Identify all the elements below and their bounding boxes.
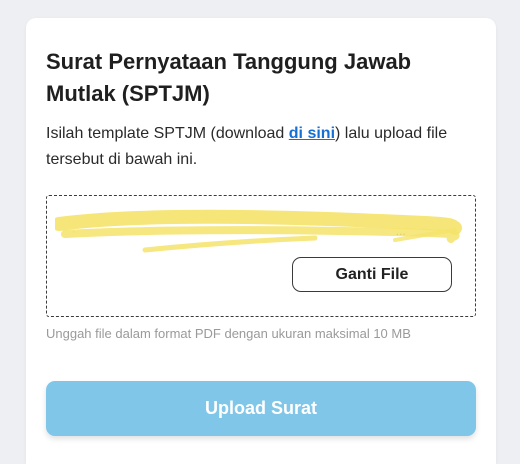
download-template-link[interactable]: di sini	[289, 125, 335, 142]
instruction-text: Isilah template SPTJM (download di sini)…	[46, 121, 486, 173]
form-title: Surat Pernyataan Tanggung Jawab Mutlak (…	[46, 49, 412, 106]
file-format-hint: Unggah file dalam format PDF dengan ukur…	[46, 326, 411, 341]
instruction-text-start: Isilah template SPTJM (download	[46, 125, 289, 142]
sptjm-upload-card: Surat Pernyataan Tanggung Jawab Mutlak (…	[26, 18, 496, 464]
upload-letter-button[interactable]: Upload Surat	[46, 381, 476, 436]
file-dropzone[interactable]: · ... Ganti File	[46, 195, 476, 317]
change-file-button[interactable]: Ganti File	[292, 257, 452, 292]
